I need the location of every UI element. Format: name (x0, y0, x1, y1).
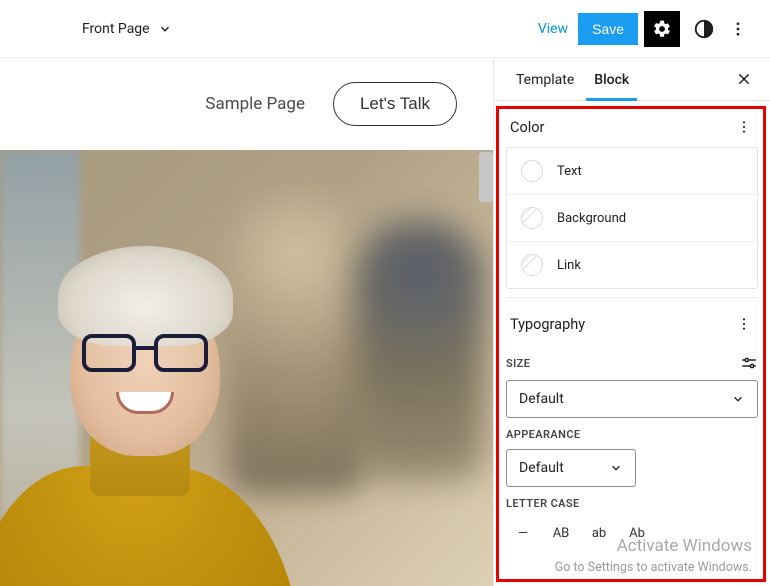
letter-case-group: — AB ab Ab (506, 518, 758, 548)
swatch-icon (521, 254, 543, 276)
more-vertical-icon (729, 20, 747, 38)
settings-button[interactable] (644, 11, 680, 47)
typography-options-button[interactable] (734, 314, 754, 334)
typography-section-title: Typography (510, 316, 585, 333)
lets-talk-button[interactable]: Let's Talk (333, 82, 457, 126)
appearance-select-value: Default (519, 460, 564, 476)
hero-image (0, 150, 493, 586)
size-custom-button[interactable] (740, 354, 758, 372)
page-selector-dropdown[interactable]: Front Page (82, 21, 172, 37)
tab-template[interactable]: Template (506, 58, 584, 100)
appearance-label: Appearance (506, 428, 581, 441)
color-text-row[interactable]: Text (507, 148, 757, 194)
save-button[interactable]: Save (578, 13, 638, 45)
chevron-down-icon (731, 392, 745, 406)
size-label: Size (506, 357, 530, 370)
size-select[interactable]: Default (506, 380, 758, 418)
gear-icon (652, 19, 672, 39)
styles-button[interactable] (686, 11, 722, 47)
color-text-label: Text (557, 164, 582, 179)
case-title-button[interactable]: Ab (620, 518, 654, 548)
swatch-icon (521, 160, 543, 182)
close-icon (736, 71, 752, 87)
more-vertical-icon (736, 316, 752, 332)
case-none-button[interactable]: — (506, 518, 540, 548)
scrollbar-thumb[interactable] (479, 152, 493, 202)
contrast-icon (693, 18, 715, 40)
case-lower-button[interactable]: ab (582, 518, 616, 548)
sidebar-tabs: Template Block (494, 58, 770, 101)
editor-canvas[interactable]: Sample Page Let's Talk (0, 58, 494, 586)
chevron-down-icon (158, 22, 172, 36)
color-background-label: Background (557, 211, 626, 226)
size-select-value: Default (519, 391, 564, 407)
color-link-label: Link (557, 258, 581, 273)
settings-sidebar: Template Block Color (494, 58, 770, 586)
tab-block[interactable]: Block (584, 58, 639, 100)
case-upper-button[interactable]: AB (544, 518, 578, 548)
close-sidebar-button[interactable] (730, 59, 758, 99)
view-link[interactable]: View (538, 21, 568, 37)
color-options-button[interactable] (734, 117, 754, 137)
chevron-down-icon (609, 461, 623, 475)
site-header: Sample Page Let's Talk (0, 58, 493, 150)
more-options-button[interactable] (724, 11, 752, 47)
nav-link-sample-page[interactable]: Sample Page (205, 94, 305, 114)
more-vertical-icon (736, 119, 752, 135)
top-toolbar: Front Page View Save (0, 0, 770, 58)
color-background-row[interactable]: Background (507, 194, 757, 241)
appearance-select[interactable]: Default (506, 449, 636, 487)
page-selector-label: Front Page (82, 21, 150, 37)
color-section-title: Color (510, 119, 544, 136)
swatch-icon (521, 207, 543, 229)
color-link-row[interactable]: Link (507, 241, 757, 288)
letter-case-label: Letter Case (506, 497, 580, 510)
